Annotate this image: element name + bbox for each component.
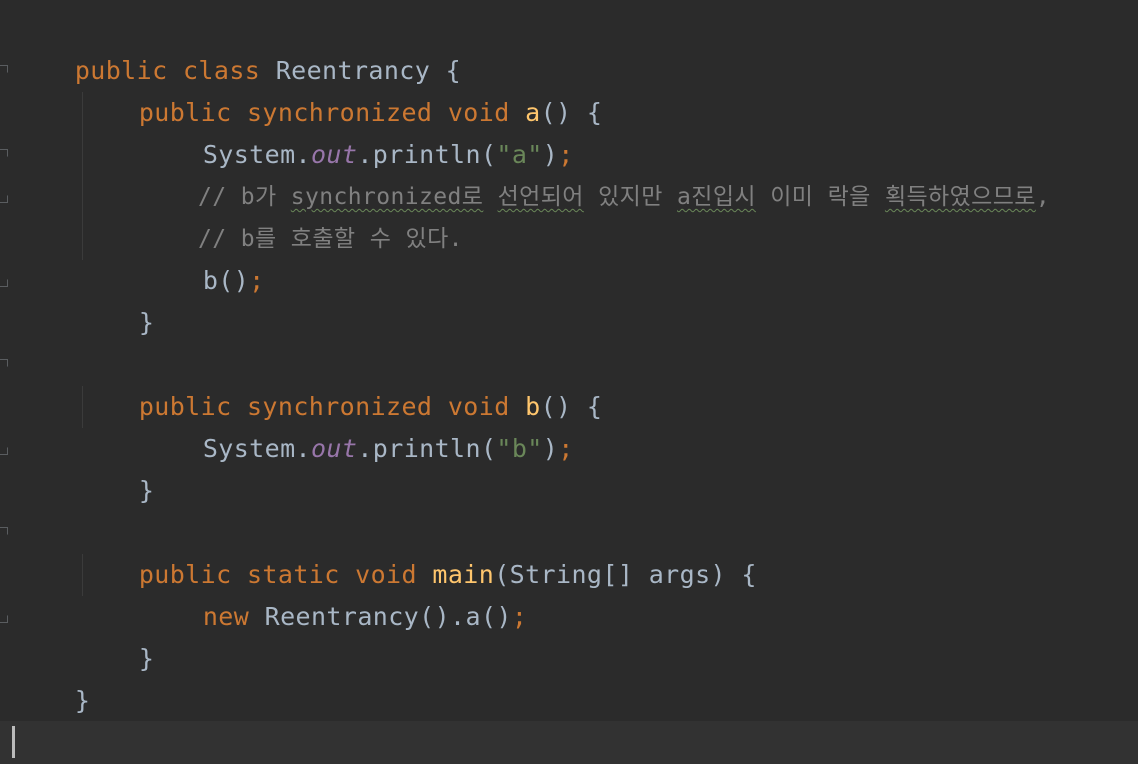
method-call: .println( xyxy=(357,434,497,463)
closing-brace: } xyxy=(138,308,155,337)
fold-open-icon[interactable] xyxy=(0,65,8,77)
code-line-16[interactable]: } xyxy=(13,638,90,715)
code-line-7[interactable]: } xyxy=(77,260,154,337)
current-line-highlight[interactable] xyxy=(0,721,1138,764)
comment-text: 있지만 xyxy=(583,184,678,210)
code-line-14[interactable]: new Reentrancy().a(); xyxy=(141,554,527,631)
text-caret xyxy=(12,726,15,758)
comment-text: , xyxy=(1035,184,1051,210)
method-call: Reentrancy().a() xyxy=(264,602,512,631)
method-call: b() xyxy=(202,266,250,295)
fold-close-icon[interactable] xyxy=(0,191,8,203)
closing-brace: } xyxy=(74,686,91,715)
code-line-15[interactable]: } xyxy=(77,596,154,673)
semicolon: ; xyxy=(558,434,574,463)
fold-open-icon[interactable] xyxy=(0,527,8,539)
code-editor[interactable]: public class Reentrancy { public synchro… xyxy=(0,0,1138,764)
code-line-10[interactable]: System.out.println("b"); xyxy=(141,386,574,463)
class-ref: System. xyxy=(202,434,311,463)
punctuation: (String[] args) { xyxy=(494,560,757,589)
fold-close-icon[interactable] xyxy=(0,275,8,287)
code-line-9[interactable]: public synchronized void b() { xyxy=(77,344,602,421)
comment-text: 이미 락을 xyxy=(755,184,885,210)
code-line-4-comment[interactable]: // b가 synchronized로 선언되어 있지만 a진입시 이미 락을 … xyxy=(141,134,1050,210)
editor-gutter xyxy=(0,0,10,764)
string-literal: "b" xyxy=(496,434,543,463)
comment-text-typo: 획득하였으므로 xyxy=(884,184,1036,210)
fold-open-icon[interactable] xyxy=(0,359,8,371)
punctuation: ) xyxy=(542,434,559,463)
comment-text-typo: 선언되어 xyxy=(497,184,584,210)
closing-brace: } xyxy=(138,476,155,505)
fold-open-icon[interactable] xyxy=(0,149,8,161)
semicolon: ; xyxy=(249,266,265,295)
code-line-13[interactable]: public static void main(String[] args) { xyxy=(77,512,757,589)
code-line-11[interactable]: } xyxy=(77,428,154,505)
closing-brace: } xyxy=(138,644,155,673)
semicolon: ; xyxy=(511,602,528,631)
comment-text xyxy=(483,184,497,210)
fold-close-icon[interactable] xyxy=(0,611,8,623)
comment-text-typo: a진입시 xyxy=(677,184,756,210)
code-line-5-comment[interactable]: // b를 호출할 수 있다. xyxy=(141,176,463,252)
fold-close-icon[interactable] xyxy=(0,443,8,455)
code-line-6[interactable]: b(); xyxy=(141,218,265,295)
code-line-3[interactable]: System.out.println("a"); xyxy=(141,92,574,169)
code-line-1[interactable]: public class Reentrancy { xyxy=(13,8,461,85)
code-line-2[interactable]: public synchronized void a() { xyxy=(77,50,602,127)
static-field: out xyxy=(310,434,358,463)
keyword: new xyxy=(202,602,265,631)
